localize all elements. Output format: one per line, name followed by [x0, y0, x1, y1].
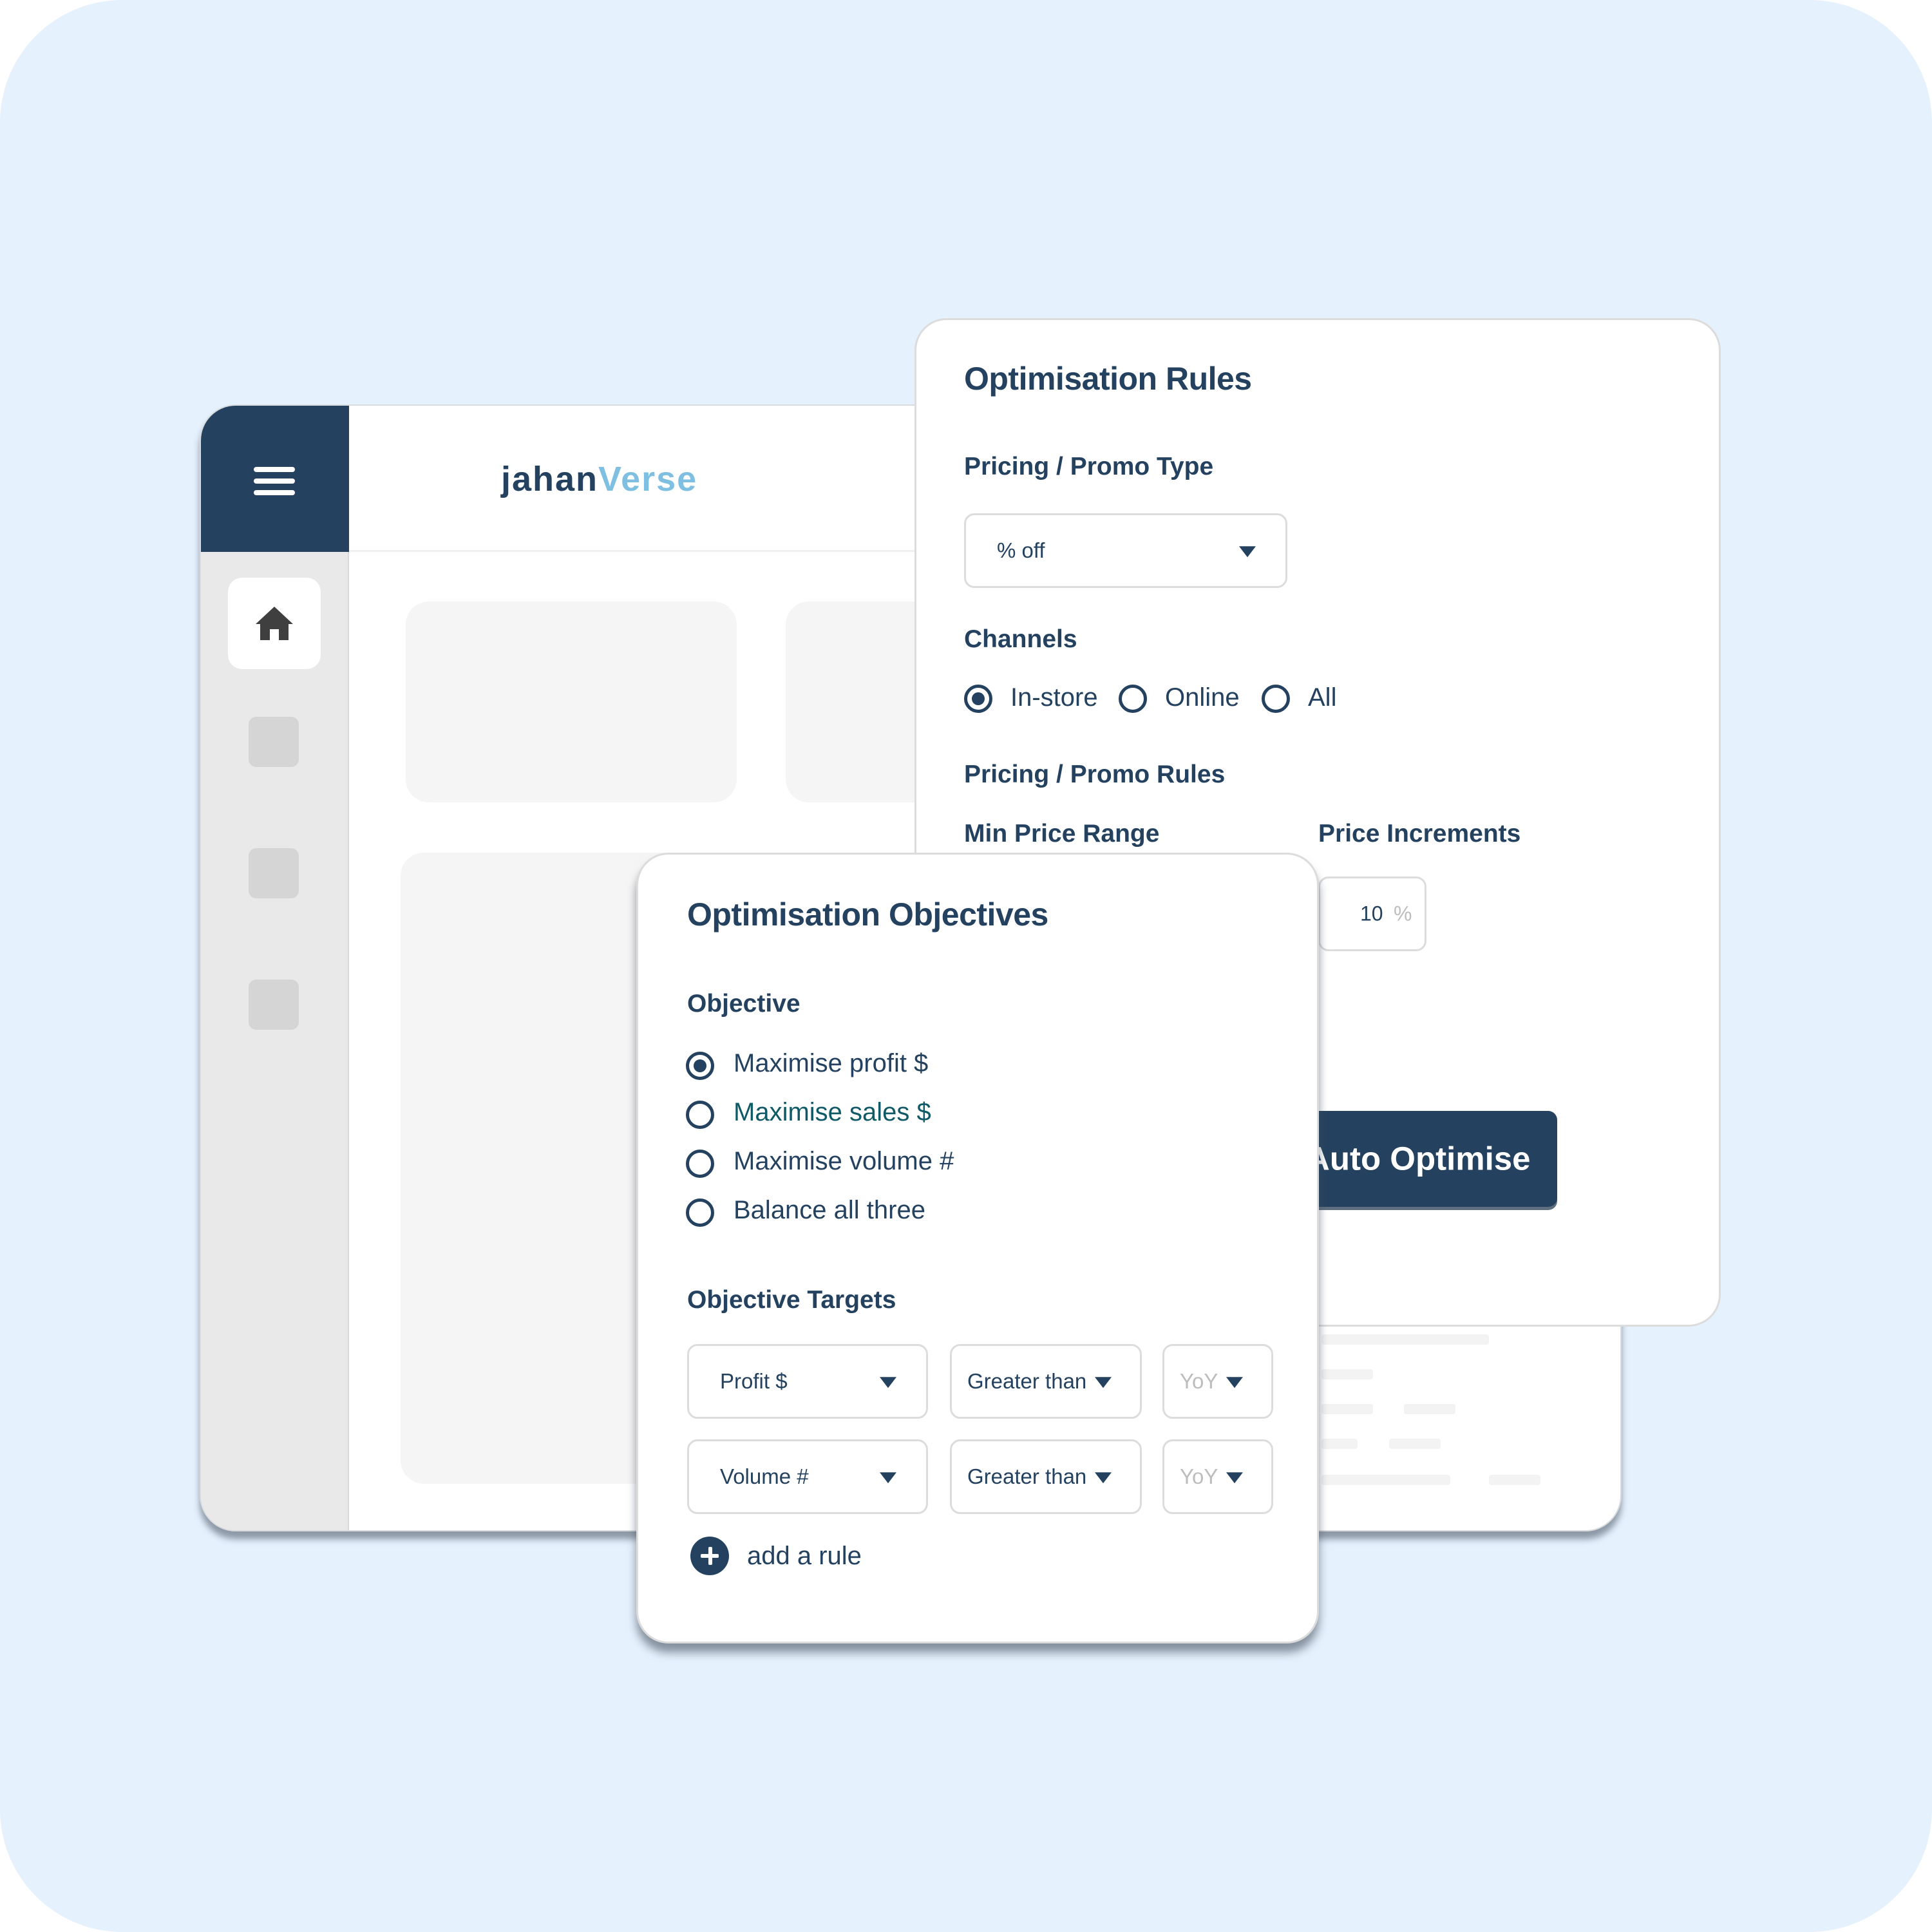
promo-type-select[interactable]: % off [964, 513, 1287, 588]
objectives-title: Optimisation Objectives [687, 896, 1048, 933]
chevron-down-icon [1095, 1377, 1112, 1388]
chevron-down-icon [1095, 1472, 1112, 1484]
channel-radio-in-store[interactable] [964, 685, 992, 713]
hamburger-menu-icon[interactable] [254, 467, 295, 495]
chevron-down-icon [880, 1377, 896, 1388]
brand-logo: jahanVerse [501, 460, 698, 498]
sidebar-item-placeholder[interactable] [249, 848, 299, 898]
objective-radio-sales[interactable] [686, 1101, 714, 1129]
objective-label-balance: Balance all three [734, 1196, 925, 1224]
target-comparator-select[interactable]: Greater than [950, 1439, 1142, 1514]
channel-radio-all[interactable] [1262, 685, 1290, 713]
promo-rules-label: Pricing / Promo Rules [964, 761, 1226, 788]
sidebar-item-home[interactable] [228, 578, 321, 669]
objective-targets-label: Objective Targets [687, 1286, 896, 1314]
skeleton-line [1404, 1404, 1455, 1414]
skeleton-line [1321, 1404, 1373, 1414]
skeleton-line [1321, 1369, 1373, 1379]
price-increments-input[interactable]: 10 % [1318, 876, 1426, 951]
channel-radio-online[interactable] [1119, 685, 1147, 713]
skeleton-card [406, 601, 737, 802]
skeleton-line [1321, 1439, 1358, 1449]
objective-label-sales: Maximise sales $ [734, 1098, 931, 1126]
chevron-down-icon [880, 1472, 896, 1484]
objective-label-profit: Maximise profit $ [734, 1049, 929, 1077]
min-price-range-label: Min Price Range [964, 820, 1160, 848]
add-rule-button[interactable]: add a rule [690, 1537, 862, 1575]
target-comparator-select[interactable]: Greater than [950, 1344, 1142, 1419]
target-period-select[interactable]: YoY [1162, 1344, 1273, 1419]
target-period-select[interactable]: YoY [1162, 1439, 1273, 1514]
rules-title: Optimisation Rules [964, 361, 1252, 397]
home-icon [256, 607, 293, 640]
chevron-down-icon [1226, 1377, 1243, 1388]
objective-radio-profit[interactable] [686, 1052, 714, 1080]
chevron-down-icon [1226, 1472, 1243, 1484]
target-metric-select[interactable]: Profit $ [687, 1344, 928, 1419]
chevron-down-icon [1239, 546, 1256, 558]
optimisation-objectives-card: Optimisation Objectives Objective Maximi… [636, 853, 1319, 1643]
objective-label-volume: Maximise volume # [734, 1147, 954, 1175]
objective-radio-balance[interactable] [686, 1198, 714, 1227]
sidebar [201, 552, 349, 1530]
target-metric-select[interactable]: Volume # [687, 1439, 928, 1514]
skeleton-line [1489, 1475, 1540, 1485]
channel-label-online: Online [1165, 683, 1240, 712]
plus-circle-icon [690, 1537, 729, 1575]
sidebar-item-placeholder[interactable] [249, 717, 299, 767]
channel-label-all: All [1308, 683, 1337, 712]
menu-header [201, 406, 349, 552]
skeleton-line [1321, 1475, 1450, 1485]
sidebar-item-placeholder[interactable] [249, 980, 299, 1030]
objective-label: Objective [687, 990, 800, 1018]
channels-label: Channels [964, 625, 1077, 653]
skeleton-line [1389, 1439, 1441, 1449]
channel-label-in-store: In-store [1010, 683, 1098, 712]
price-increments-label: Price Increments [1318, 820, 1521, 848]
skeleton-line [1321, 1334, 1489, 1345]
objective-radio-volume[interactable] [686, 1150, 714, 1178]
promo-type-label: Pricing / Promo Type [964, 453, 1214, 480]
